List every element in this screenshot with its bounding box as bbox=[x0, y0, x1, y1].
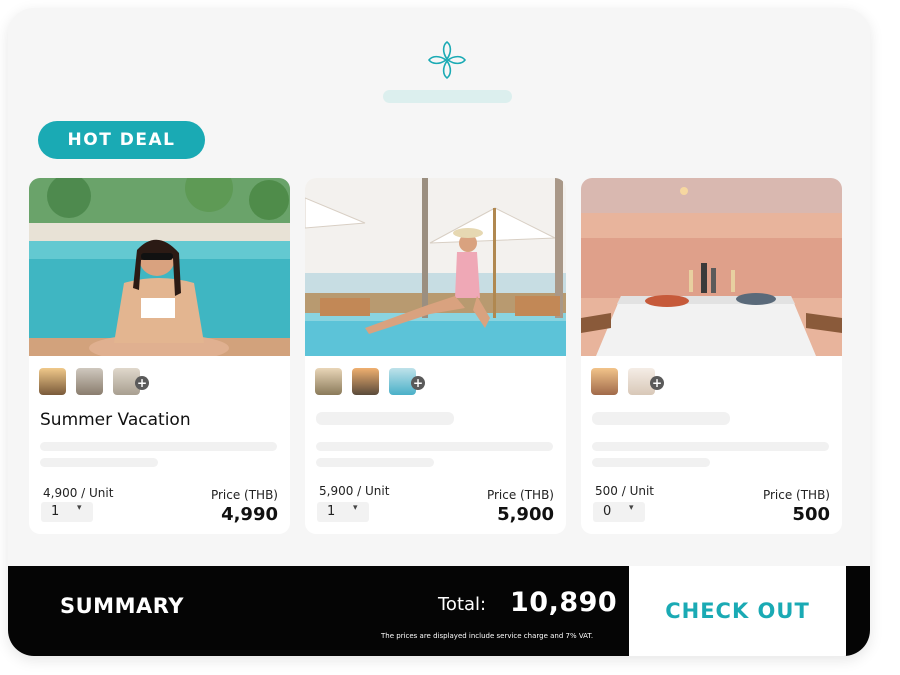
vat-note: The prices are displayed include service… bbox=[381, 632, 594, 640]
deal-card-beach-pool[interactable]: + 5,900 / Unit 1 ▾ Price (THB) 5,900 bbox=[305, 178, 566, 534]
price-label: Price (THB) bbox=[210, 488, 278, 502]
deal-card-sunset-dinner[interactable]: + 500 / Unit 0 ▾ Price (THB) 500 bbox=[581, 178, 842, 534]
text-placeholder bbox=[592, 458, 710, 467]
text-placeholder bbox=[592, 442, 829, 451]
flower-logo-icon bbox=[427, 40, 467, 80]
quantity-value: 1 bbox=[51, 504, 60, 519]
booking-panel: HOT DEAL + Summer Vacation 4,900 / Unit … bbox=[8, 8, 870, 656]
price-value: 500 bbox=[792, 504, 830, 525]
price-value: 4,990 bbox=[221, 504, 278, 525]
thumbnail-image[interactable] bbox=[76, 368, 103, 395]
title-placeholder bbox=[592, 412, 730, 425]
unit-price: 4,900 / Unit bbox=[43, 486, 114, 500]
quantity-select[interactable]: 0 ▾ bbox=[593, 502, 645, 522]
add-photo-icon[interactable]: + bbox=[135, 376, 149, 390]
card-photo-sunset-dinner[interactable] bbox=[581, 178, 842, 356]
thumbnail-image[interactable] bbox=[352, 368, 379, 395]
card-title: Summer Vacation bbox=[40, 410, 191, 430]
unit-price: 5,900 / Unit bbox=[319, 484, 390, 498]
title-placeholder bbox=[316, 412, 454, 425]
text-placeholder bbox=[40, 442, 277, 451]
text-placeholder bbox=[40, 458, 158, 467]
hot-deal-badge: HOT DEAL bbox=[38, 121, 205, 159]
thumbnail-image[interactable] bbox=[315, 368, 342, 395]
quantity-select[interactable]: 1 ▾ bbox=[41, 502, 93, 522]
total-value: 10,890 bbox=[510, 587, 618, 618]
check-out-button[interactable]: CHECK OUT bbox=[629, 566, 846, 656]
summary-label: SUMMARY bbox=[60, 594, 184, 618]
summary-bar: SUMMARY Total: 10,890 The prices are dis… bbox=[8, 566, 870, 656]
unit-price: 500 / Unit bbox=[595, 484, 655, 498]
add-photo-icon[interactable]: + bbox=[411, 376, 425, 390]
thumbnail-image[interactable] bbox=[39, 368, 66, 395]
chevron-down-icon: ▾ bbox=[77, 503, 82, 513]
card-photo-infinity-pool[interactable] bbox=[305, 178, 566, 356]
quantity-value: 1 bbox=[327, 504, 336, 519]
chevron-down-icon: ▾ bbox=[629, 503, 634, 513]
price-value: 5,900 bbox=[497, 504, 554, 525]
add-photo-icon[interactable]: + bbox=[650, 376, 664, 390]
quantity-select[interactable]: 1 ▾ bbox=[317, 502, 369, 522]
thumbnail-image[interactable] bbox=[591, 368, 618, 395]
price-label: Price (THB) bbox=[486, 488, 554, 502]
subtitle-placeholder bbox=[383, 90, 512, 103]
quantity-value: 0 bbox=[603, 504, 612, 519]
price-label: Price (THB) bbox=[762, 488, 830, 502]
deal-card-summer-vacation[interactable]: + Summer Vacation 4,900 / Unit 1 ▾ Price… bbox=[29, 178, 290, 534]
text-placeholder bbox=[316, 442, 553, 451]
card-photo-pool-woman[interactable] bbox=[29, 178, 290, 356]
total-label: Total: bbox=[438, 594, 487, 615]
chevron-down-icon: ▾ bbox=[353, 503, 358, 513]
text-placeholder bbox=[316, 458, 434, 467]
